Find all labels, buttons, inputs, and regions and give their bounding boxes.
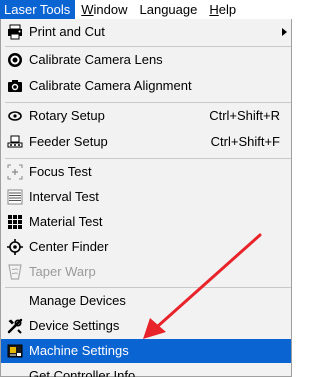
menu-item-label: Interval Test xyxy=(29,189,99,204)
camera-lens-icon xyxy=(7,52,23,68)
wrench-icon xyxy=(7,318,23,334)
menu-item-label: Calibrate Camera Alignment xyxy=(29,78,192,93)
menu-item-manage-devices[interactable]: Manage Devices xyxy=(1,289,291,313)
laser-tools-dropdown: Print and Cut Calibrate Camera Lens Cali… xyxy=(0,19,292,377)
menu-item-calibrate-camera-lens[interactable]: Calibrate Camera Lens xyxy=(1,48,291,72)
cup-icon xyxy=(7,264,23,280)
menu-item-label: Rotary Setup xyxy=(29,108,105,123)
menu-item-label: Machine Settings xyxy=(29,343,129,358)
menu-separator xyxy=(5,287,291,288)
menu-item-calibrate-camera-alignment[interactable]: Calibrate Camera Alignment xyxy=(1,74,291,98)
camera-icon xyxy=(7,78,23,94)
print-and-cut-icon xyxy=(7,24,23,40)
menu-item-label: Manage Devices xyxy=(29,293,126,308)
menu-item-print-and-cut[interactable]: Print and Cut xyxy=(1,20,291,44)
machine-icon xyxy=(7,343,23,359)
menu-item-label: Calibrate Camera Lens xyxy=(29,52,163,67)
menu-item-label: Taper Warp xyxy=(29,264,96,279)
menu-item-focus-test[interactable]: Focus Test xyxy=(1,160,291,184)
menu-bar: Laser Tools Window Language Help xyxy=(0,0,293,19)
menu-item-label: Get Controller Info xyxy=(29,368,136,377)
menu-help-mnemonic: H xyxy=(209,2,219,17)
menu-item-label: Center Finder xyxy=(29,239,109,254)
menu-item-label: Device Settings xyxy=(29,318,120,333)
menu-laser-tools[interactable]: Laser Tools xyxy=(0,0,76,19)
menu-item-taper-warp[interactable]: Taper Warp xyxy=(1,260,291,284)
menu-item-label: Feeder Setup xyxy=(29,134,108,149)
menu-help-rest: elp xyxy=(218,2,237,17)
menu-separator xyxy=(5,46,291,47)
menu-item-machine-settings[interactable]: Machine Settings xyxy=(1,339,291,363)
menu-item-label: Focus Test xyxy=(29,164,92,179)
menu-item-feeder-setup[interactable]: Feeder Setup Ctrl+Shift+F xyxy=(1,130,291,154)
menu-item-label: Print and Cut xyxy=(29,24,105,39)
menu-window-rest: indow xyxy=(93,2,128,17)
menu-separator xyxy=(5,102,291,103)
menu-window-mnemonic: W xyxy=(81,2,94,17)
menu-item-get-controller-info[interactable]: Get Controller Info xyxy=(1,364,291,377)
rotary-icon xyxy=(7,108,23,124)
menu-item-label: Material Test xyxy=(29,214,103,229)
menu-help[interactable]: Help xyxy=(203,0,242,19)
menu-window[interactable]: Window xyxy=(75,0,133,19)
menu-item-material-test[interactable]: Material Test xyxy=(1,210,291,234)
focus-test-icon xyxy=(7,164,23,180)
feeder-icon xyxy=(7,134,23,150)
menu-item-center-finder[interactable]: Center Finder xyxy=(1,235,291,259)
menu-language[interactable]: Language xyxy=(134,0,204,19)
grid-icon xyxy=(7,214,23,230)
menu-item-interval-test[interactable]: Interval Test xyxy=(1,185,291,209)
menu-item-device-settings[interactable]: Device Settings xyxy=(1,314,291,338)
menu-item-rotary-setup[interactable]: Rotary Setup Ctrl+Shift+R xyxy=(1,104,291,128)
menu-item-shortcut: Ctrl+Shift+F xyxy=(210,134,280,149)
menu-separator xyxy=(5,158,291,159)
menu-item-shortcut: Ctrl+Shift+R xyxy=(209,108,280,123)
crosshair-icon xyxy=(7,239,23,255)
submenu-arrow-icon xyxy=(282,28,287,36)
interval-test-icon xyxy=(7,189,23,205)
